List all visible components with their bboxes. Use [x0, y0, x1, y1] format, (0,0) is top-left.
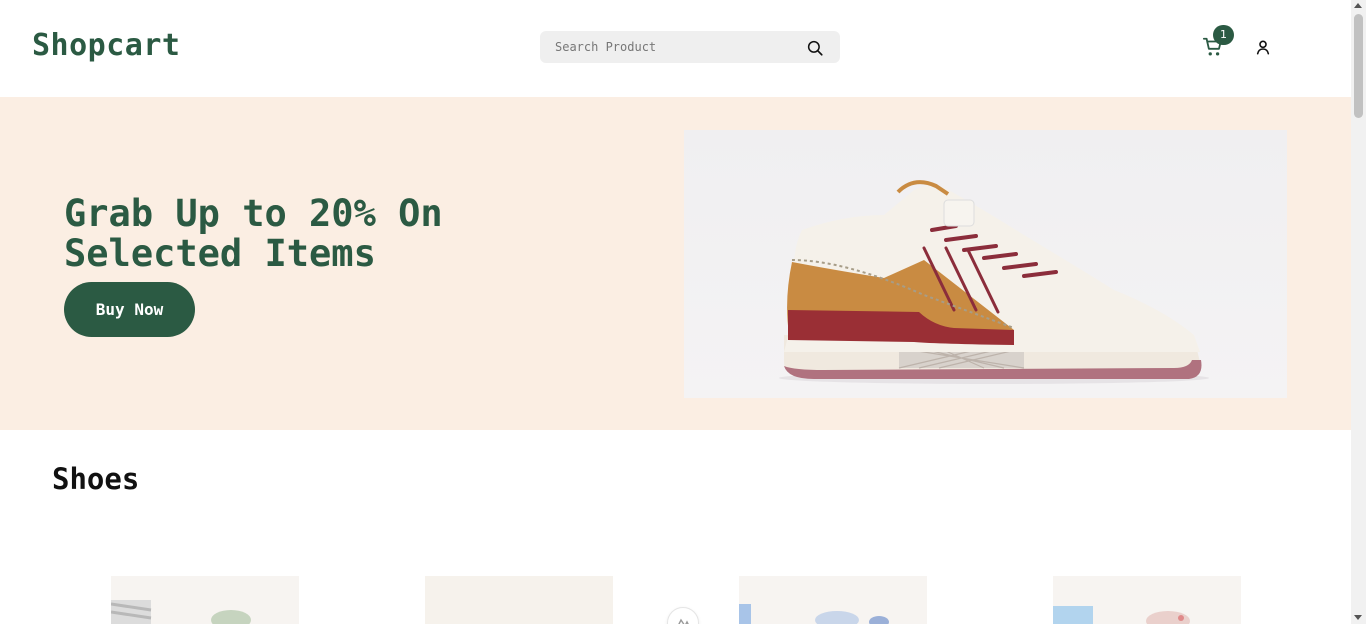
hero-title: Grab Up to 20% On Selected Items — [64, 192, 443, 275]
product-image — [739, 604, 889, 624]
top-header: Shopcart 1 — [0, 0, 1351, 97]
product-card[interactable] — [425, 576, 613, 624]
scrollbar-thumb[interactable] — [1354, 14, 1363, 118]
search-input[interactable] — [540, 31, 800, 63]
hero-banner: Grab Up to 20% On Selected Items Buy Now — [0, 97, 1351, 430]
product-card[interactable] — [111, 576, 299, 624]
scroll-up-icon[interactable] — [1354, 3, 1362, 8]
hero-shoe-image — [684, 130, 1287, 398]
loading-spinner — [667, 607, 699, 624]
scroll-down-icon[interactable] — [1354, 615, 1362, 620]
section-title: Shoes — [52, 462, 140, 496]
product-image — [111, 600, 251, 624]
spinner-icon — [678, 618, 689, 624]
search-icon[interactable] — [806, 39, 824, 57]
product-image — [1053, 606, 1190, 624]
product-card[interactable] — [739, 576, 927, 624]
product-image — [425, 576, 613, 624]
product-card[interactable] — [1053, 576, 1241, 624]
search-bar — [540, 31, 840, 63]
brand-logo[interactable]: Shopcart — [32, 28, 181, 63]
cart-count-badge: 1 — [1213, 25, 1234, 45]
shoe-image — [779, 180, 1209, 384]
user-icon[interactable] — [1255, 39, 1271, 55]
buy-now-button[interactable]: Buy Now — [64, 282, 195, 337]
